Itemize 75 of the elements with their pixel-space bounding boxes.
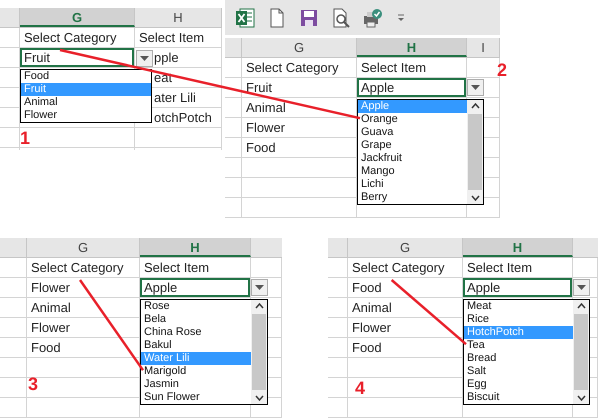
empty-cell[interactable] [27, 398, 140, 418]
dropdown-option[interactable]: Lichi [358, 178, 467, 191]
empty-cell[interactable] [348, 398, 463, 418]
column-header[interactable]: G [20, 8, 135, 27]
dropdown-option[interactable]: Egg [464, 378, 573, 391]
table-cell[interactable]: Food [348, 278, 463, 298]
dropdown-option[interactable]: Bakul [141, 339, 251, 352]
empty-cell[interactable] [467, 78, 500, 98]
step-number: 4 [355, 378, 366, 398]
dropdown-option[interactable]: Mango [358, 165, 467, 178]
table-cell[interactable]: Apple [140, 278, 251, 298]
empty-cell[interactable] [573, 278, 598, 298]
dropdown-button[interactable] [251, 279, 268, 296]
dropdown-option[interactable]: Jackfruit [358, 152, 467, 165]
dropdown-option[interactable]: Rice [464, 313, 573, 326]
empty-cell[interactable] [135, 128, 222, 148]
dropdown-option[interactable]: Bela [141, 313, 251, 326]
step-number: 1 [20, 128, 30, 148]
column-header[interactable]: H [463, 238, 573, 257]
column-header[interactable]: H [357, 38, 467, 57]
table-cell[interactable]: Select Category [348, 258, 463, 278]
caret-icon [255, 285, 264, 290]
dropdown-option[interactable]: Marigold [141, 365, 251, 378]
empty-cell[interactable] [20, 128, 135, 148]
dropdown-option[interactable]: Guava [358, 126, 467, 139]
table-cell[interactable]: Apple [357, 78, 467, 98]
row-header[interactable] [225, 78, 242, 98]
column-header[interactable]: H [140, 238, 251, 257]
dropdown-option[interactable]: Biscuit [464, 391, 573, 404]
table-cell[interactable]: Apple [463, 278, 573, 298]
table-cell[interactable]: Fruit [242, 78, 357, 98]
scrollbar-thumb[interactable] [468, 114, 482, 190]
scrollbar-thumb[interactable] [574, 314, 588, 390]
caret-icon [471, 85, 480, 90]
dropdown-option[interactable]: China Rose [141, 326, 251, 339]
empty-cell[interactable] [242, 198, 357, 218]
caret-icon [140, 56, 149, 61]
column-header[interactable]: H [135, 8, 222, 27]
table-cell[interactable]: Select Item [140, 258, 251, 278]
save-icon [299, 8, 319, 28]
dropdown-option[interactable]: Salt [464, 365, 573, 378]
printer-check-icon [363, 8, 383, 28]
empty-cell[interactable] [251, 258, 282, 278]
empty-cell[interactable] [573, 258, 598, 278]
dropdown-option[interactable]: Bread [464, 352, 573, 365]
table-cell[interactable]: Select Item [135, 28, 222, 48]
scrollbar[interactable] [467, 100, 483, 204]
dropdown-option[interactable]: Meat [464, 300, 573, 313]
dropdown-button[interactable] [467, 79, 484, 96]
table-cell[interactable]: Select Category [242, 58, 357, 78]
scrollbar-thumb[interactable] [252, 314, 266, 390]
dropdown-button[interactable] [573, 279, 590, 296]
table-cell[interactable]: Fruit [20, 48, 135, 68]
dropdown-option[interactable]: Rose [141, 300, 251, 313]
column-header[interactable]: I [467, 38, 500, 57]
dropdown-option[interactable]: Jasmin [141, 378, 251, 391]
dropdown-option[interactable]: Tea [464, 339, 573, 352]
table-cell[interactable]: Select Category [20, 28, 135, 48]
empty-cell[interactable] [251, 278, 282, 298]
dropdown-option[interactable]: Grape [358, 139, 467, 152]
step-number: 2 [497, 60, 508, 80]
dropdown-option[interactable]: Berry [358, 191, 467, 204]
scrollbar[interactable] [573, 300, 589, 404]
table-cell[interactable]: Flower [27, 278, 140, 298]
table-cell[interactable]: Select Item [357, 58, 467, 78]
caret-icon [577, 285, 586, 290]
dropdown-button[interactable] [136, 50, 153, 67]
table-cell[interactable]: Select Category [27, 258, 140, 278]
print-preview-icon [331, 8, 351, 28]
dropdown-option[interactable]: Orange [358, 113, 467, 126]
table-cell[interactable]: Select Item [463, 258, 573, 278]
excel-logo-icon [235, 8, 255, 28]
dropdown-option[interactable]: Sun Flower [141, 391, 251, 404]
step-number: 3 [28, 374, 38, 394]
scrollbar[interactable] [251, 300, 267, 404]
